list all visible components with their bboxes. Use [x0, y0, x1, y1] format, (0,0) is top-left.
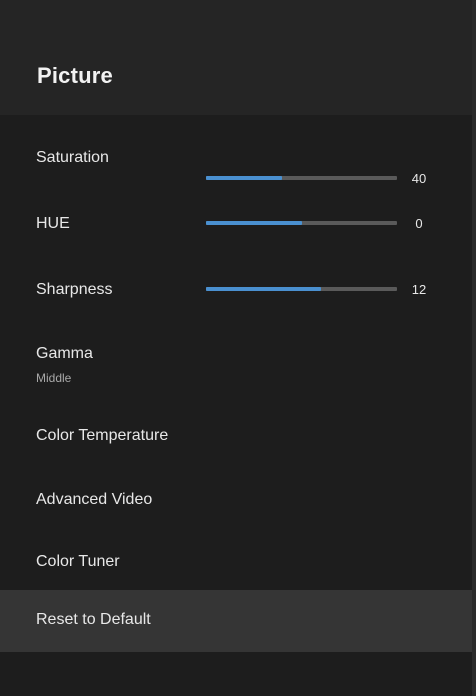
hue-slider[interactable] — [206, 221, 397, 225]
reset-to-default-label: Reset to Default — [36, 611, 151, 628]
sharpness-label: Sharpness — [36, 281, 113, 298]
sharpness-slider-fill — [206, 287, 321, 291]
color-tuner-row[interactable]: Color Tuner — [0, 541, 472, 583]
page-title: Picture — [37, 63, 113, 88]
advanced-video-row[interactable]: Advanced Video — [0, 479, 472, 521]
color-temperature-label: Color Temperature — [36, 427, 169, 444]
saturation-label: Saturation — [36, 149, 109, 166]
saturation-slider-fill — [206, 176, 283, 180]
hue-row[interactable]: HUE 0 — [0, 203, 472, 245]
gamma-row[interactable]: Gamma Middle — [0, 335, 472, 391]
hue-slider-fill — [206, 221, 302, 225]
gamma-label: Gamma — [36, 345, 93, 362]
advanced-video-label: Advanced Video — [36, 491, 153, 508]
saturation-row[interactable]: Saturation 40 — [0, 137, 472, 186]
saturation-slider[interactable] — [206, 176, 397, 180]
sharpness-row[interactable]: Sharpness 12 — [0, 269, 472, 311]
hue-label: HUE — [36, 215, 70, 232]
header: Picture — [0, 0, 472, 115]
right-edge — [472, 0, 476, 696]
gamma-value: Middle — [36, 371, 72, 385]
hue-value: 0 — [415, 216, 423, 231]
reset-to-default-row[interactable]: Reset to Default — [0, 590, 472, 652]
saturation-value: 40 — [411, 171, 427, 186]
color-tuner-label: Color Tuner — [36, 553, 120, 570]
settings-list: Saturation 40 HUE 0 Sharpness 12 Gamma M… — [0, 115, 472, 696]
color-temperature-row[interactable]: Color Temperature — [0, 415, 472, 457]
sharpness-slider[interactable] — [206, 287, 397, 291]
sharpness-value: 12 — [411, 282, 427, 297]
picture-settings-panel: Picture Saturation 40 HUE 0 Sharpness 12… — [0, 0, 472, 696]
